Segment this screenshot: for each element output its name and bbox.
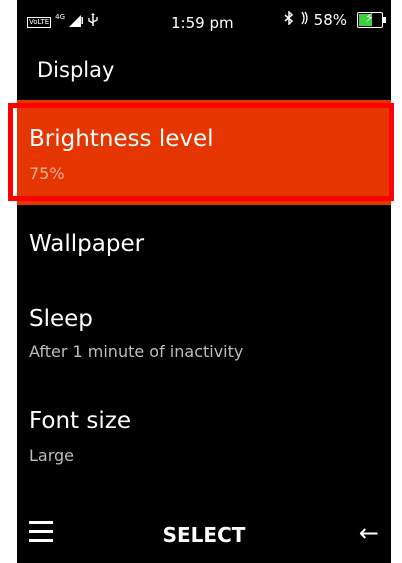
battery-icon: ⚡: [357, 11, 386, 28]
list-item-sleep[interactable]: Sleep After 1 minute of inactivity: [17, 296, 391, 376]
status-left: VoLTE 4G: [27, 13, 99, 31]
list-item-brightness-level[interactable]: Brightness level 75%: [17, 100, 391, 205]
status-right: 58% ⚡: [284, 10, 386, 29]
phone-screen: VoLTE 4G 1:59 pm 58% ⚡ Display Brightnes…: [17, 0, 391, 563]
back-arrow-icon[interactable]: ←: [359, 519, 379, 547]
item-title: Sleep: [29, 306, 93, 332]
list-item-font-size[interactable]: Font size Large: [17, 400, 391, 480]
item-title: Font size: [29, 408, 131, 434]
select-softkey[interactable]: SELECT: [17, 523, 391, 547]
volte-badge: VoLTE: [27, 16, 52, 28]
item-subtitle: After 1 minute of inactivity: [29, 342, 244, 361]
status-time: 1:59 pm: [171, 14, 234, 32]
list-item-wallpaper[interactable]: Wallpaper: [17, 214, 391, 276]
signal-icon: [69, 13, 84, 31]
charging-bolt-icon: ⚡: [365, 11, 375, 26]
item-subtitle: 75%: [29, 164, 65, 183]
wifi-calling-icon: [298, 11, 310, 29]
softkey-bar: SELECT ←: [17, 507, 391, 563]
network-type: 4G: [55, 13, 66, 21]
status-bar: VoLTE 4G 1:59 pm 58% ⚡: [17, 0, 391, 44]
item-title: Brightness level: [29, 126, 214, 152]
usb-icon: [87, 13, 99, 31]
item-subtitle: Large: [29, 446, 75, 465]
page-title: Display: [37, 58, 115, 82]
item-title: Wallpaper: [29, 231, 145, 257]
battery-percent: 58%: [313, 11, 347, 29]
bluetooth-icon: [284, 10, 294, 29]
